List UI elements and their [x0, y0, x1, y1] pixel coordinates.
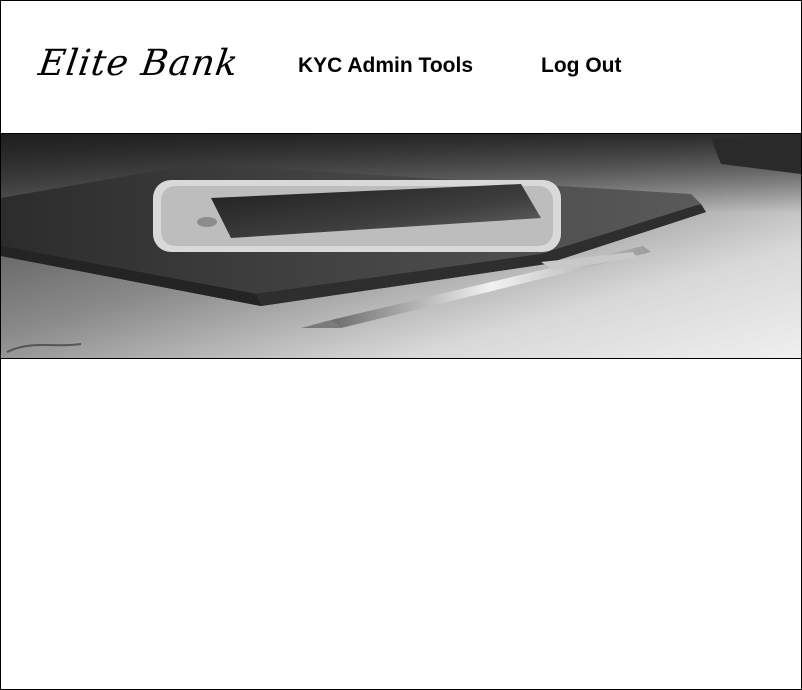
brand-logo[interactable]: Elite Bank	[36, 43, 241, 84]
hero-banner-image	[1, 134, 801, 359]
page-frame: Elite Bank KYC Admin Tools Log Out	[0, 0, 802, 690]
nav-log-out-link[interactable]: Log Out	[541, 54, 621, 78]
nav-kyc-admin-tools-link[interactable]: KYC Admin Tools	[298, 54, 473, 78]
phone-notebook-pen-photo	[1, 134, 801, 358]
main-content-area	[1, 359, 801, 689]
site-header: Elite Bank KYC Admin Tools Log Out	[1, 1, 801, 134]
